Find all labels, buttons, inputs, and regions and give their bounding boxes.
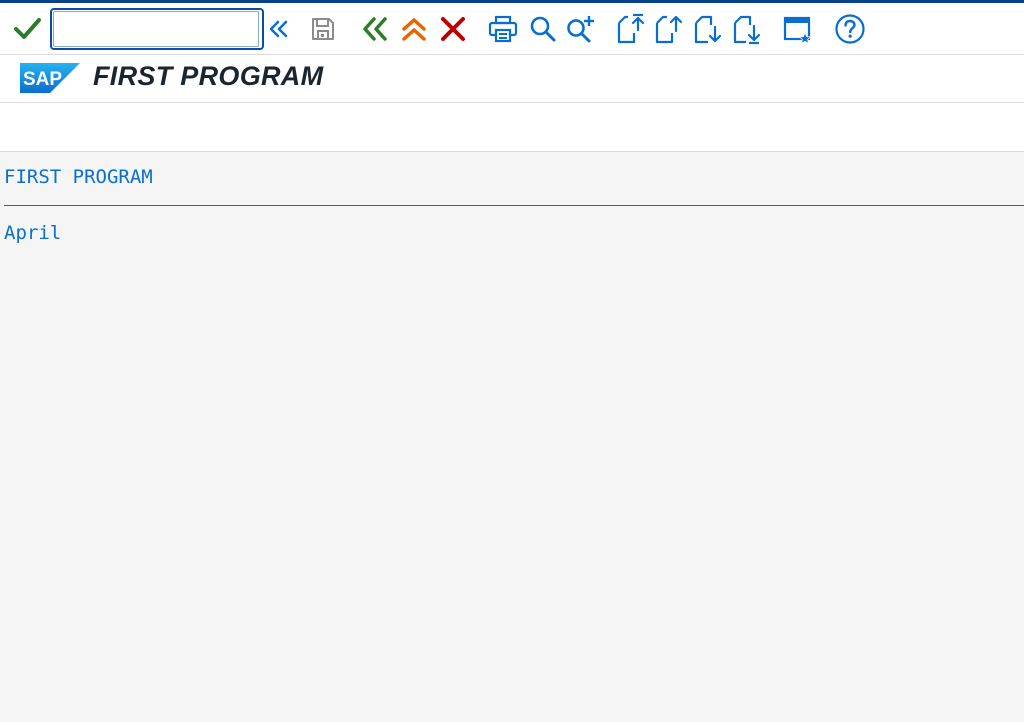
list-header: FIRST PROGRAM — [4, 166, 153, 188]
help-button[interactable] — [833, 11, 867, 47]
double-chevron-left-icon — [269, 20, 288, 38]
print-button[interactable] — [486, 11, 520, 47]
page-title: FIRST PROGRAM — [93, 61, 324, 91]
find-button[interactable] — [526, 11, 560, 47]
first-page-button[interactable] — [614, 11, 648, 47]
save-button[interactable] — [306, 11, 340, 47]
print-icon — [488, 15, 518, 43]
find-next-icon — [567, 16, 594, 43]
back-icon — [363, 17, 387, 41]
list-header-divider — [4, 205, 1024, 206]
previous-page-button[interactable] — [652, 11, 686, 47]
command-field-toggle-button[interactable] — [264, 11, 294, 47]
find-icon — [530, 16, 556, 42]
cancel-icon — [441, 17, 465, 41]
next-page-button[interactable] — [691, 11, 725, 47]
save-icon — [312, 18, 334, 40]
system-toolbar — [0, 3, 1024, 55]
next-page-icon — [694, 15, 722, 44]
checkmark-icon — [14, 18, 41, 39]
previous-page-icon — [655, 15, 683, 44]
list-output-area: FIRST PROGRAM April — [0, 152, 1024, 722]
title-bar: SAP FIRST PROGRAM — [0, 55, 1024, 103]
svg-text:SAP: SAP — [23, 69, 62, 90]
help-icon — [835, 14, 865, 44]
customize-layout-icon — [783, 16, 812, 45]
exit-button[interactable] — [397, 11, 431, 47]
list-line: April — [4, 222, 62, 244]
customize-layout-button[interactable] — [780, 11, 814, 47]
last-page-button[interactable] — [730, 11, 764, 47]
exit-icon — [402, 18, 426, 41]
enter-button[interactable] — [10, 11, 44, 47]
sap-logo-icon: SAP — [20, 63, 80, 93]
cancel-button[interactable] — [436, 11, 470, 47]
first-page-icon — [617, 13, 645, 44]
find-next-button[interactable] — [563, 11, 597, 47]
last-page-icon — [733, 15, 761, 45]
command-field-frame — [50, 8, 264, 50]
back-button[interactable] — [358, 11, 392, 47]
command-field-input[interactable] — [53, 11, 259, 47]
application-toolbar — [0, 103, 1024, 152]
sap-logo: SAP — [20, 63, 80, 97]
